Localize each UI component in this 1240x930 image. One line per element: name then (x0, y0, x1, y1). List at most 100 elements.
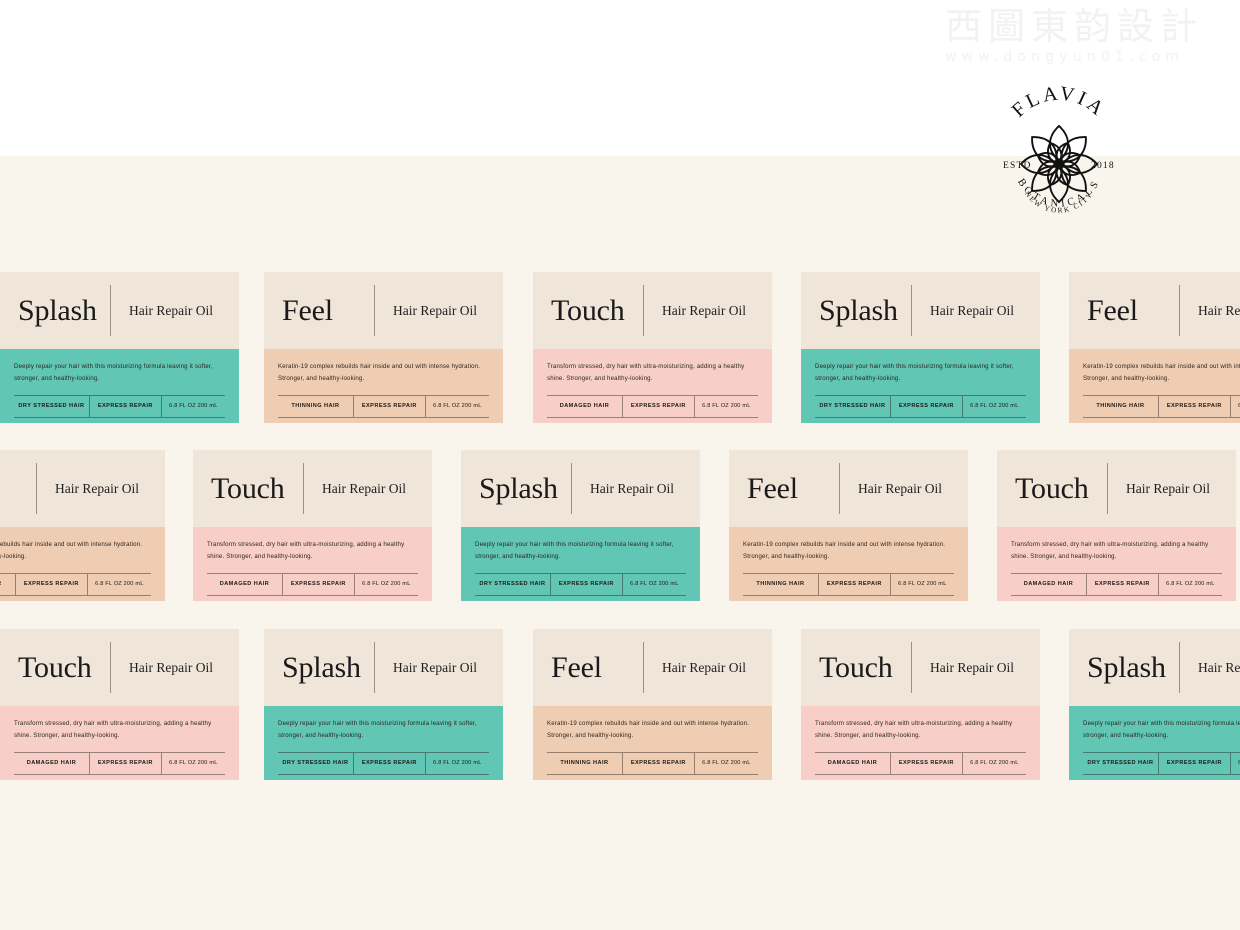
attribute-hair-type: DAMAGED HAIR (14, 752, 90, 774)
product-label-card[interactable]: Splash Hair Repair Oil Deeply repair your … (0, 272, 239, 423)
attribute-hair-type: THINNING HAIR (743, 573, 819, 595)
attribute-claim: EXPRESS REPAIR (16, 573, 88, 595)
attribute-hair-type: DRY STRESSED HAIR (815, 395, 891, 417)
label-body: Transform stressed, dry hair with ultra-… (801, 706, 1040, 780)
product-description: Keratin-19 complex rebuilds hair inside … (743, 541, 946, 560)
product-label-card[interactable]: Splash Hair Repair Oil Deeply repair your … (1069, 629, 1240, 780)
attribute-claim: EXPRESS REPAIR (354, 752, 426, 774)
watermark: 西圖東韵設計 www.dongyun01.com (945, 8, 1235, 70)
attribute-volume: 6.8 FL OZ 200 mL (630, 581, 679, 588)
product-subtitle: Hair Repair Oil (1198, 659, 1240, 675)
product-label-card[interactable]: Splash Hair Repair Oil Deeply repair your … (264, 629, 503, 780)
product-description: Keratin-19 complex rebuilds hair inside … (1083, 363, 1240, 382)
product-label-card[interactable]: Feel Hair Repair Oil Keratin-19 complex re… (533, 629, 772, 780)
product-label-card[interactable]: Touch Hair Repair Oil Transform stressed, … (801, 629, 1040, 780)
attribute-volume: 6.8 FL OZ 200 mL (433, 403, 482, 410)
product-subtitle: Hair Repair Oil (1198, 302, 1240, 318)
product-attribute-row: DRY STRESSED HAIREXPRESS REPAIR 6.8 FL OZ… (475, 572, 686, 596)
attribute-claim: EXPRESS REPAIR (1087, 573, 1159, 595)
label-body: Keratin-19 complex rebuilds hair inside … (0, 527, 165, 601)
label-header: Splash Hair Repair Oil (801, 272, 1040, 349)
product-description: Deeply repair your hair with this moistu… (278, 720, 477, 739)
label-body: Deeply repair your hair with this moistu… (461, 527, 700, 601)
product-name: Touch (551, 293, 625, 327)
product-label-card[interactable]: Feel Hair Repair Oil Keratin-19 complex re… (1069, 272, 1240, 423)
attribute-claim: EXPRESS REPAIR (90, 752, 162, 774)
label-body: Keratin-19 complex rebuilds hair inside … (729, 527, 968, 601)
label-body: Keratin-19 complex rebuilds hair inside … (264, 349, 503, 423)
attribute-claim: EXPRESS REPAIR (819, 573, 891, 595)
product-label-card[interactable]: Touch Hair Repair Oil Transform stressed, … (193, 450, 432, 601)
product-description: Keratin-19 complex rebuilds hair inside … (0, 541, 143, 560)
label-header: Splash Hair Repair Oil (0, 272, 239, 349)
label-header: Touch Hair Repair Oil (997, 450, 1236, 527)
label-header: Touch Hair Repair Oil (801, 629, 1040, 706)
attribute-claim: EXPRESS REPAIR (891, 752, 963, 774)
product-subtitle: Hair Repair Oil (393, 302, 477, 318)
attribute-claim: EXPRESS REPAIR (354, 395, 426, 417)
label-body: Keratin-19 complex rebuilds hair inside … (533, 706, 772, 780)
product-name: Touch (819, 650, 893, 684)
attribute-volume: 6.8 FL OZ 200 mL (362, 581, 411, 588)
product-label-card[interactable]: Feel Hair Repair Oil Keratin-19 complex re… (729, 450, 968, 601)
product-name: Splash (479, 471, 558, 505)
product-name: Touch (211, 471, 285, 505)
watermark-chinese-text: 西圖東韵設計 (945, 5, 1203, 48)
product-label-card[interactable]: Splash Hair Repair Oil Deeply repair your … (801, 272, 1040, 423)
product-description: Transform stressed, dry hair with ultra-… (14, 720, 212, 739)
product-description: Deeply repair your hair with this moistu… (14, 363, 213, 382)
product-attribute-row: THINNING HAIREXPRESS REPAIR6.8 FL OZ 200… (0, 572, 151, 596)
product-attribute-row: THINNING HAIREXPRESS REPAIR6.8 FL OZ 200… (1083, 394, 1240, 418)
product-name: Feel (747, 471, 798, 505)
product-description: Keratin-19 complex rebuilds hair inside … (278, 363, 481, 382)
product-attribute-row: THINNING HAIREXPRESS REPAIR6.8 FL OZ 200… (278, 394, 489, 418)
product-attribute-row: DAMAGED HAIR EXPRESS REPAIR 6.8 FL OZ 200 … (547, 394, 758, 418)
attribute-volume: 6.8 FL OZ 200 mL (970, 760, 1019, 767)
attribute-hair-type: DRY STRESSED HAIR (1083, 752, 1159, 774)
brand-name-arc: FLAVIA (1008, 82, 1110, 121)
attribute-hair-type: DRY STRESSED HAIR (14, 395, 90, 417)
product-name: Touch (18, 650, 92, 684)
product-subtitle: Hair Repair Oil (393, 659, 477, 675)
label-body: Deeply repair your hair with this moistu… (264, 706, 503, 780)
attribute-claim: EXPRESS REPAIR (1159, 752, 1231, 774)
label-header: Touch Hair Repair Oil (193, 450, 432, 527)
label-header: Feel Hair Repair Oil (729, 450, 968, 527)
product-description: Transform stressed, dry hair with ultra-… (1011, 541, 1209, 560)
label-header: Touch Hair Repair Oil (0, 629, 239, 706)
attribute-volume: 6.8 FL OZ 200 mL (970, 403, 1019, 410)
attribute-hair-type: DAMAGED HAIR (1011, 573, 1087, 595)
attribute-claim: EXPRESS REPAIR (283, 573, 355, 595)
product-attribute-row: DRY STRESSED HAIREXPRESS REPAIR 6.8 FL OZ… (278, 751, 489, 775)
attribute-claim: EXPRESS REPAIR (1159, 395, 1231, 417)
attribute-volume: 6.8 FL OZ 200 mL (169, 403, 218, 410)
product-label-card[interactable]: Touch Hair Repair Oil Transform stressed, … (997, 450, 1236, 601)
product-label-card[interactable]: Splash Hair Repair Oil Deeply repair your … (461, 450, 700, 601)
attribute-claim: EXPRESS REPAIR (891, 395, 963, 417)
attribute-volume: 6.8 FL OZ 200 mL (1166, 581, 1215, 588)
label-body: Transform stressed, dry hair with ultra-… (193, 527, 432, 601)
label-header: Feel Hair Repair Oil (533, 629, 772, 706)
product-name: Feel (551, 650, 602, 684)
product-subtitle: Hair Repair Oil (930, 302, 1014, 318)
product-subtitle: Hair Repair Oil (930, 659, 1014, 675)
product-label-card[interactable]: Touch Hair Repair Oil Transform stressed, … (533, 272, 772, 423)
attribute-volume: 6.8 FL OZ 200 mL (95, 581, 144, 588)
product-attribute-row: THINNING HAIREXPRESS REPAIR6.8 FL OZ 200… (547, 751, 758, 775)
attribute-hair-type: DAMAGED HAIR (547, 395, 623, 417)
product-subtitle: Hair Repair Oil (590, 480, 674, 496)
product-subtitle: Hair Repair Oil (322, 480, 406, 496)
product-label-card[interactable]: Feel Hair Repair Oil Keratin-19 complex re… (264, 272, 503, 423)
product-attribute-row: DAMAGED HAIR EXPRESS REPAIR 6.8 FL OZ 200 … (207, 572, 418, 596)
product-name: Splash (282, 650, 361, 684)
product-attribute-row: DRY STRESSED HAIREXPRESS REPAIR 6.8 FL OZ… (815, 394, 1026, 418)
label-header: Feel Hair Repair Oil (264, 272, 503, 349)
established-label: ESTD (1003, 161, 1032, 171)
label-header: Feel Hair Repair Oil (1069, 272, 1240, 349)
product-name: Feel (1087, 293, 1138, 327)
attribute-volume: 6.8 FL OZ 200 mL (898, 581, 947, 588)
established-year: 2018 (1091, 161, 1115, 171)
label-body: Keratin-19 complex rebuilds hair inside … (1069, 349, 1240, 423)
product-label-card[interactable]: Feel Hair Repair Oil Keratin-19 complex re… (0, 450, 165, 601)
product-label-card[interactable]: Touch Hair Repair Oil Transform stressed, … (0, 629, 239, 780)
